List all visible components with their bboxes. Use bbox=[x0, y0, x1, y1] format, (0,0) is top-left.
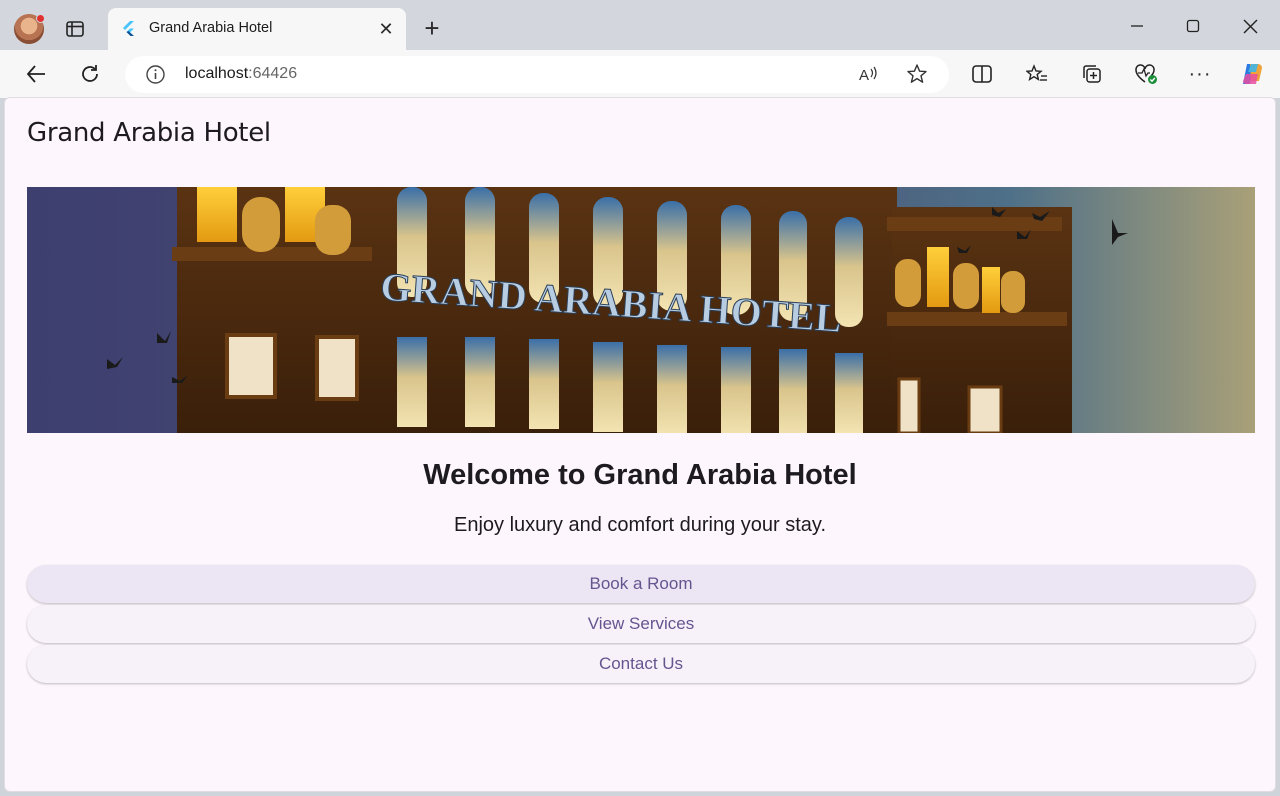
back-icon[interactable] bbox=[20, 58, 52, 90]
tab-strip: Grand Arabia Hotel ✕ + bbox=[0, 0, 1280, 51]
notification-dot bbox=[36, 14, 45, 23]
browser-toolbar: localhost:64426 A ··· bbox=[0, 50, 1280, 98]
read-aloud-icon[interactable]: A bbox=[852, 58, 884, 90]
hotel-hero-image: GRAND ARABIA HOTEL bbox=[27, 187, 1255, 433]
minimize-button[interactable] bbox=[1114, 10, 1160, 42]
more-icon[interactable]: ··· bbox=[1184, 58, 1216, 90]
url-host: localhost bbox=[185, 65, 249, 82]
favorite-star-icon[interactable] bbox=[901, 58, 933, 90]
contact-us-button[interactable]: Contact Us bbox=[27, 645, 1255, 683]
tab-title: Grand Arabia Hotel bbox=[149, 20, 273, 36]
app-page: Grand Arabia Hotel GRAND ARABIA HOTEL We… bbox=[4, 97, 1276, 792]
view-services-button[interactable]: View Services bbox=[27, 605, 1255, 643]
tab-close-icon[interactable]: ✕ bbox=[376, 19, 396, 39]
browser-essentials-icon[interactable] bbox=[1130, 58, 1162, 90]
info-icon[interactable] bbox=[145, 64, 166, 85]
svg-text:A: A bbox=[859, 67, 869, 84]
refresh-icon[interactable] bbox=[74, 58, 106, 90]
url-text[interactable]: localhost:64426 bbox=[185, 65, 297, 83]
browser-tab[interactable]: Grand Arabia Hotel ✕ bbox=[108, 8, 406, 51]
split-screen-icon[interactable] bbox=[966, 58, 998, 90]
favorites-icon[interactable] bbox=[1021, 58, 1053, 90]
tab-actions-icon[interactable] bbox=[60, 14, 90, 44]
copilot-icon[interactable] bbox=[1236, 58, 1268, 90]
close-window-button[interactable] bbox=[1227, 10, 1273, 42]
maximize-button[interactable] bbox=[1170, 10, 1216, 42]
book-room-button[interactable]: Book a Room bbox=[27, 565, 1255, 603]
url-port: :64426 bbox=[248, 65, 298, 82]
welcome-heading: Welcome to Grand Arabia Hotel bbox=[423, 459, 857, 491]
address-bar[interactable]: localhost:64426 A bbox=[125, 56, 949, 93]
collections-icon[interactable] bbox=[1076, 58, 1108, 90]
flutter-favicon bbox=[120, 20, 138, 38]
new-tab-button[interactable]: + bbox=[418, 13, 446, 43]
tagline-text: Enjoy luxury and comfort during your sta… bbox=[453, 514, 827, 536]
app-bar-title: Grand Arabia Hotel bbox=[27, 118, 271, 148]
